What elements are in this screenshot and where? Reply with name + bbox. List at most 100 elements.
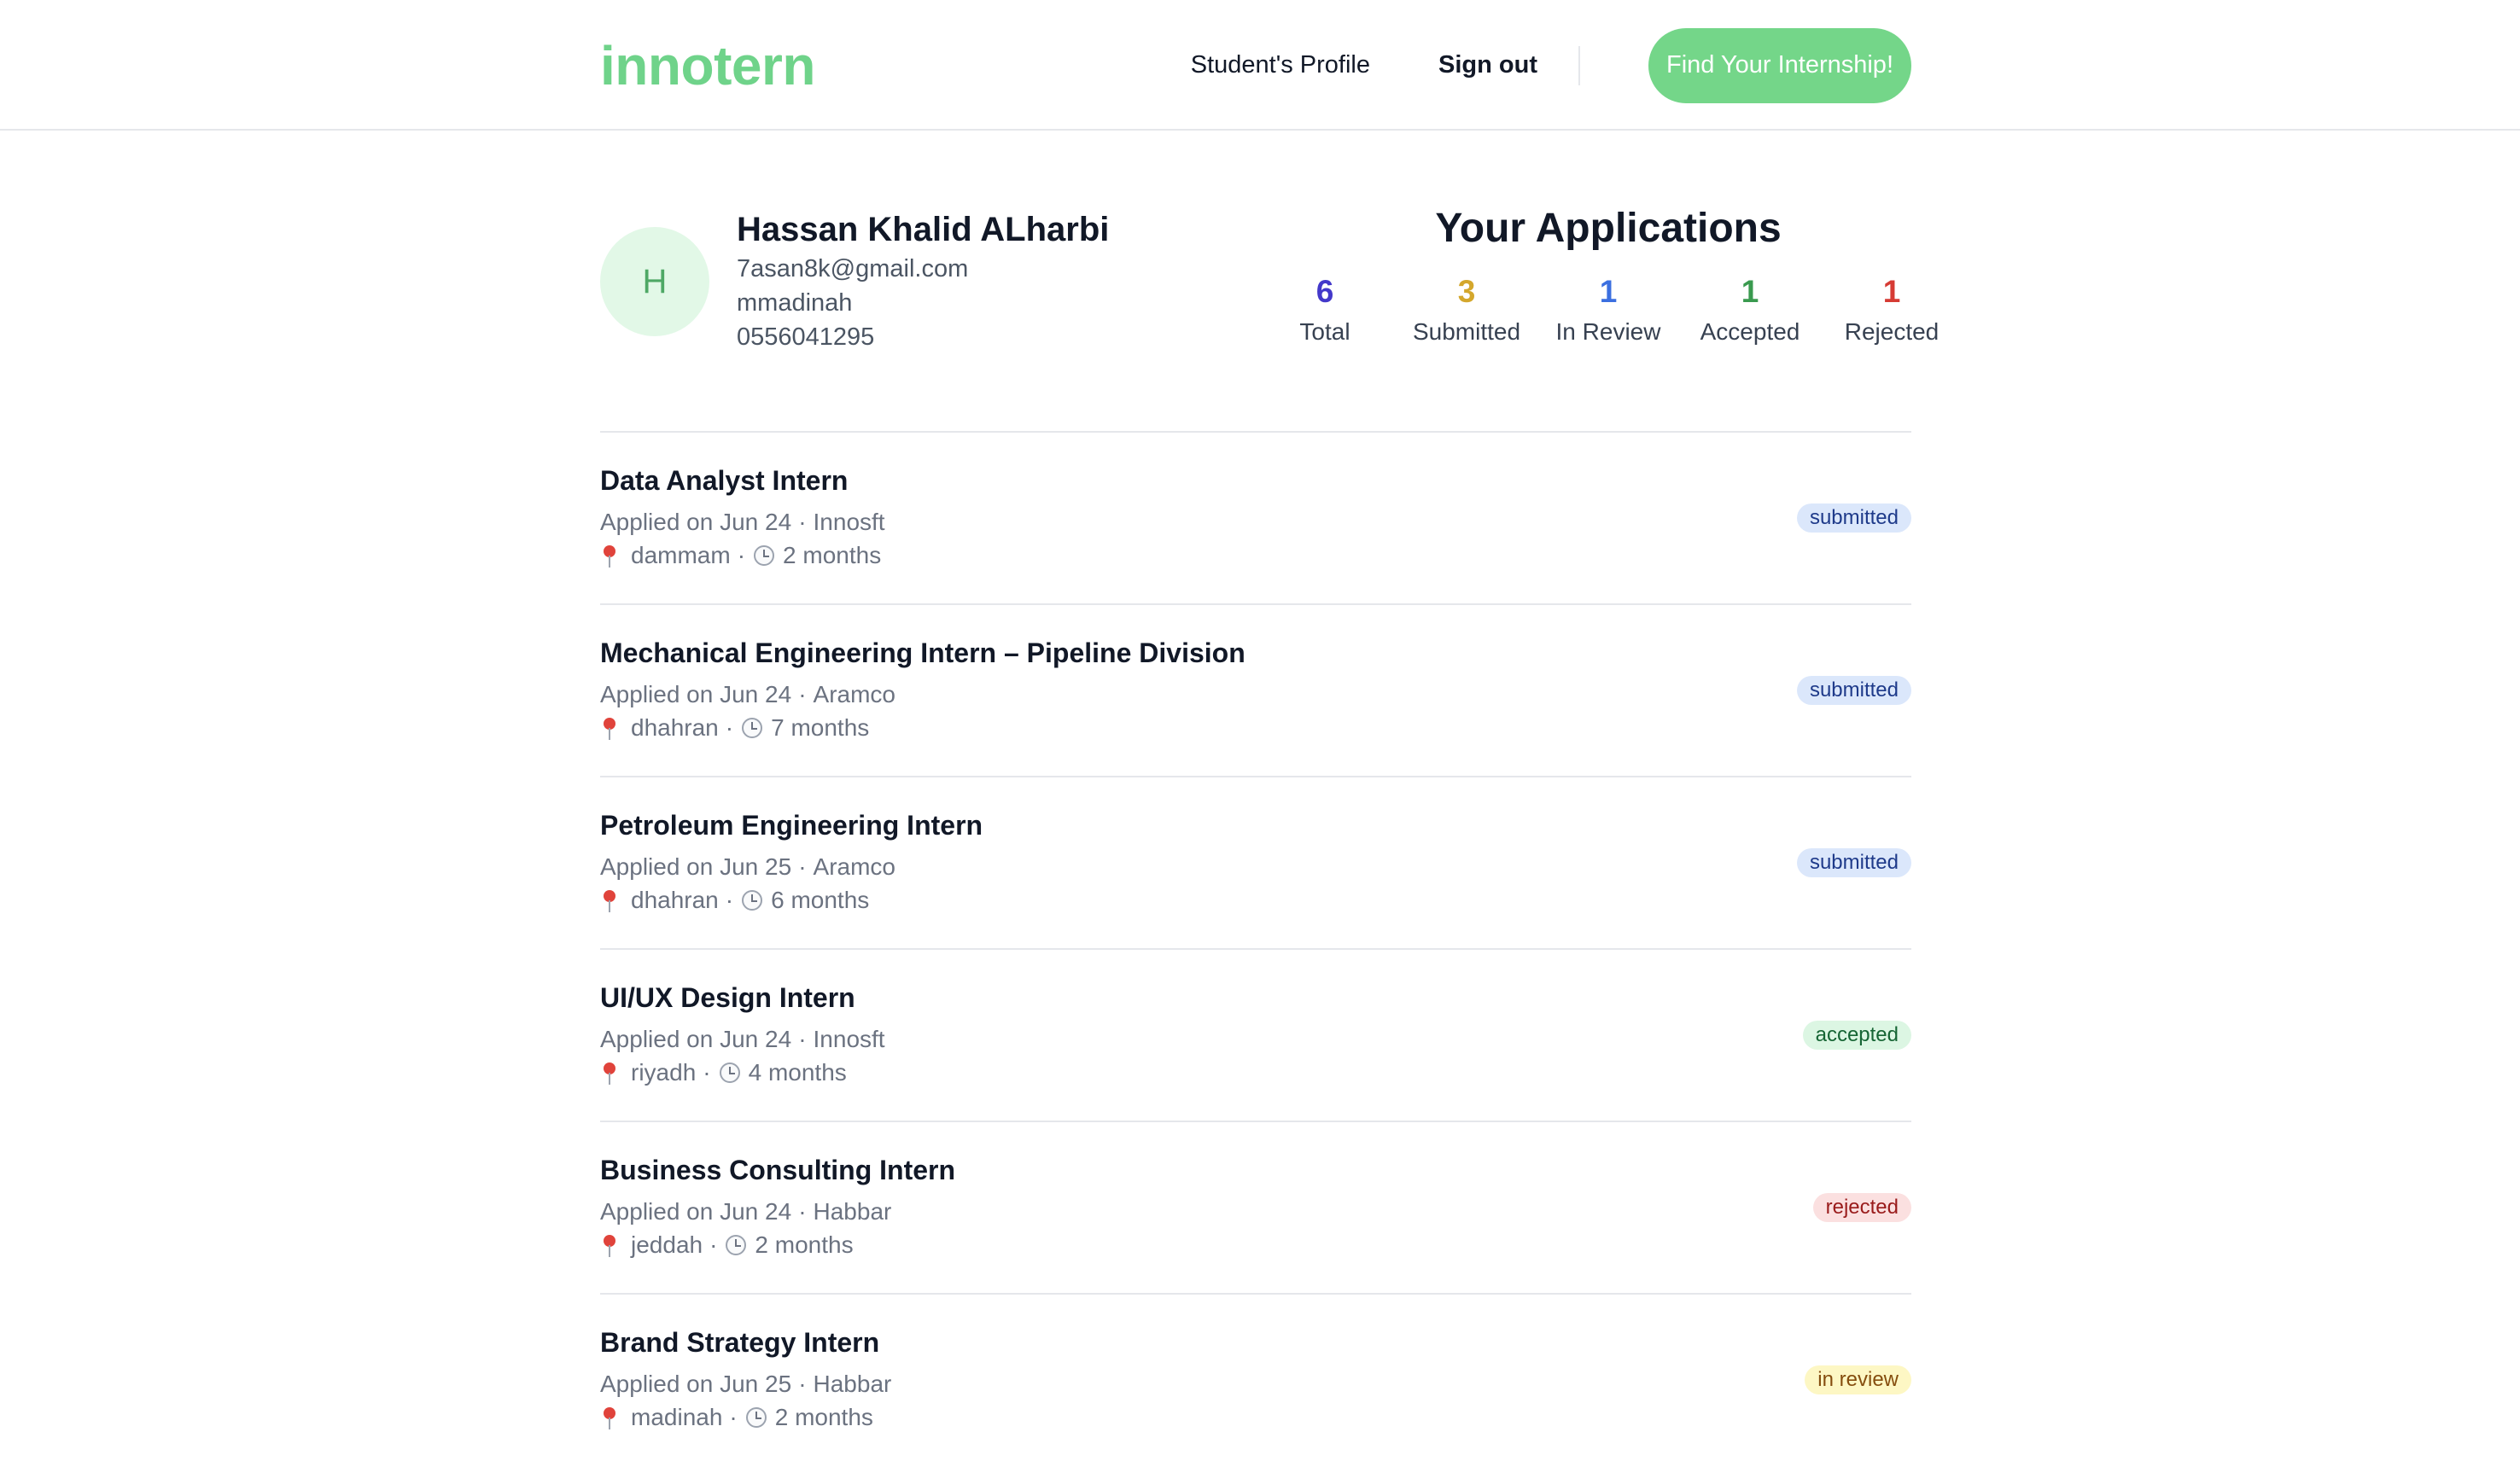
- application-item[interactable]: Data Analyst Intern Applied on Jun 24 · In…: [600, 433, 1911, 605]
- stat-label: Rejected: [1844, 318, 1940, 345]
- stat-label: Submitted: [1412, 318, 1521, 345]
- company-name: Aramco: [813, 853, 895, 880]
- status-badge: rejected: [1812, 1193, 1911, 1222]
- stats-row: 6 Total 3 Submitted 1 In Review 1 Accept…: [1254, 272, 1963, 351]
- company-name: Innosft: [813, 509, 885, 535]
- stat-accepted: 1 Accepted: [1679, 272, 1821, 351]
- status-badge: submitted: [1796, 676, 1911, 705]
- stat-value: 6: [1315, 274, 1334, 309]
- stat-value: 3: [1457, 274, 1476, 309]
- avatar: H: [600, 227, 709, 336]
- application-meta: Applied on Jun 24 · Habbar: [600, 1198, 892, 1225]
- status-badge: in review: [1805, 1365, 1911, 1394]
- duration: 2 months: [783, 542, 882, 568]
- location: riyadh: [631, 1059, 697, 1086]
- stat-in-review: 1 In Review: [1537, 272, 1679, 351]
- map-pin-icon: [600, 540, 619, 571]
- applications-title: Your Applications: [1435, 206, 1782, 251]
- applications-summary: Your Applications 6 Total 3 Submitted 1 …: [1254, 199, 1963, 351]
- application-details: dhahran · 7 months: [600, 712, 869, 744]
- duration: 4 months: [748, 1059, 847, 1086]
- duration: 7 months: [771, 714, 870, 741]
- applied-date: Applied on Jun 25: [600, 1371, 792, 1397]
- application-item[interactable]: Brand Strategy Intern Applied on Jun 25 ·…: [600, 1295, 1911, 1467]
- applied-date: Applied on Jun 24: [600, 509, 792, 535]
- application-meta: Applied on Jun 24 · Innosft: [600, 509, 885, 535]
- status-badge: submitted: [1796, 848, 1911, 877]
- stat-value: 1: [1882, 274, 1901, 309]
- application-item[interactable]: Mechanical Engineering Intern – Pipeline…: [600, 605, 1911, 777]
- map-pin-icon: [600, 713, 619, 743]
- profile-city: mmadinah: [737, 289, 853, 317]
- clock-icon: [742, 718, 763, 738]
- application-details: riyadh · 4 months: [600, 1057, 847, 1089]
- profile-info: Hassan Khalid ALharbi 7asan8k@gmail.com …: [737, 207, 1109, 354]
- application-meta: Applied on Jun 25 · Aramco: [600, 853, 895, 880]
- application-details: madinah · 2 months: [600, 1401, 873, 1434]
- profile-email: 7asan8k@gmail.com: [737, 255, 969, 282]
- sign-out-link[interactable]: Sign out: [1438, 51, 1537, 79]
- brand-logo[interactable]: innotern: [600, 34, 815, 97]
- location: madinah: [631, 1404, 723, 1430]
- clock-icon: [745, 1407, 767, 1428]
- application-item[interactable]: Business Consulting Intern Applied on Ju…: [600, 1122, 1911, 1295]
- application-meta: Applied on Jun 24 · Innosft: [600, 1026, 885, 1052]
- application-details: dammam · 2 months: [600, 539, 881, 572]
- application-details: dhahran · 6 months: [600, 884, 869, 917]
- application-title[interactable]: Brand Strategy Intern: [600, 1325, 879, 1359]
- application-title[interactable]: Business Consulting Intern: [600, 1153, 955, 1187]
- main-content: H Hassan Khalid ALharbi 7asan8k@gmail.co…: [600, 131, 1939, 1467]
- map-pin-icon: [600, 1402, 619, 1433]
- company-name: Habbar: [813, 1198, 892, 1225]
- duration: 6 months: [771, 887, 870, 913]
- location: dhahran: [631, 714, 719, 741]
- company-name: Innosft: [813, 1026, 885, 1052]
- nav-links: Student's Profile Sign out Find Your Int…: [1191, 27, 1911, 103]
- application-item[interactable]: UI/UX Design Intern Applied on Jun 24 · In…: [600, 950, 1911, 1122]
- company-name: Habbar: [813, 1371, 892, 1397]
- clock-icon: [742, 890, 763, 911]
- stat-label: In Review: [1555, 318, 1661, 345]
- clock-icon: [719, 1062, 740, 1083]
- students-profile-link[interactable]: Student's Profile: [1191, 51, 1370, 79]
- top-navbar: innotern Student's Profile Sign out Find…: [0, 0, 2520, 131]
- stat-total: 6 Total: [1254, 272, 1396, 351]
- application-meta: Applied on Jun 25 · Habbar: [600, 1371, 892, 1397]
- stat-label: Total: [1299, 318, 1350, 345]
- map-pin-icon: [600, 1057, 619, 1088]
- application-title[interactable]: Petroleum Engineering Intern: [600, 808, 983, 842]
- applied-date: Applied on Jun 24: [600, 1026, 792, 1052]
- application-details: jeddah · 2 months: [600, 1229, 854, 1261]
- profile-phone: 0556041295: [737, 323, 875, 351]
- profile-name: Hassan Khalid ALharbi: [737, 211, 1110, 248]
- applications-list: Data Analyst Intern Applied on Jun 24 · In…: [600, 433, 1911, 1467]
- applied-date: Applied on Jun 24: [600, 1198, 792, 1225]
- application-title[interactable]: Data Analyst Intern: [600, 463, 848, 498]
- map-pin-icon: [600, 1230, 619, 1260]
- nav-divider: [1578, 45, 1580, 85]
- application-meta: Applied on Jun 24 · Aramco: [600, 681, 895, 707]
- profile-section: H Hassan Khalid ALharbi 7asan8k@gmail.co…: [600, 131, 1939, 433]
- application-title[interactable]: Mechanical Engineering Intern – Pipeline…: [600, 636, 1245, 670]
- clock-icon: [726, 1235, 747, 1255]
- stat-label: Accepted: [1700, 318, 1800, 345]
- find-internship-button[interactable]: Find Your Internship!: [1648, 27, 1911, 103]
- navbar-inner: innotern Student's Profile Sign out Find…: [600, 0, 1911, 131]
- map-pin-icon: [600, 885, 619, 916]
- location: jeddah: [631, 1231, 703, 1258]
- company-name: Aramco: [813, 681, 895, 707]
- stat-submitted: 3 Submitted: [1396, 272, 1537, 351]
- stat-value: 1: [1741, 274, 1759, 309]
- application-item[interactable]: Petroleum Engineering Intern Applied on …: [600, 777, 1911, 950]
- duration: 2 months: [774, 1404, 873, 1430]
- status-badge: submitted: [1796, 504, 1911, 533]
- applied-date: Applied on Jun 25: [600, 853, 792, 880]
- application-title[interactable]: UI/UX Design Intern: [600, 981, 855, 1015]
- applied-date: Applied on Jun 24: [600, 681, 792, 707]
- location: dammam: [631, 542, 731, 568]
- stat-value: 1: [1599, 274, 1618, 309]
- duration: 2 months: [755, 1231, 854, 1258]
- stat-rejected: 1 Rejected: [1821, 272, 1963, 351]
- clock-icon: [754, 545, 775, 566]
- status-badge: accepted: [1802, 1021, 1911, 1050]
